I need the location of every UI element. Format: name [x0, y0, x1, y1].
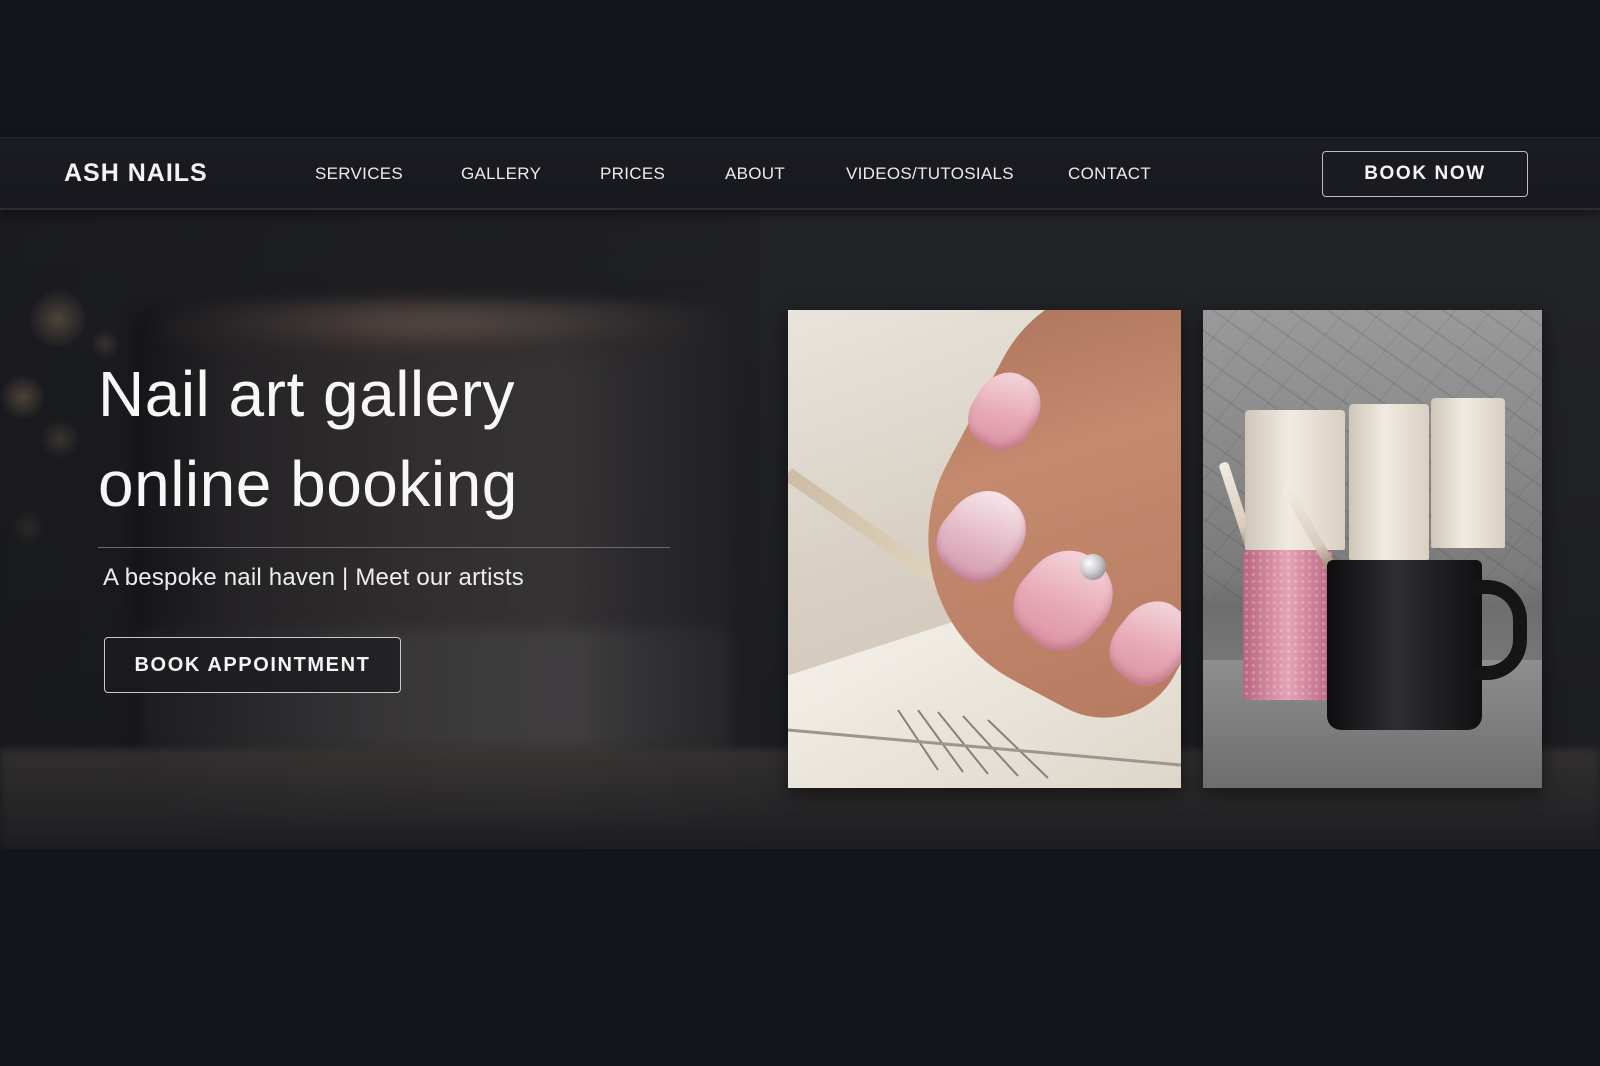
nav-link-about[interactable]: ABOUT: [725, 164, 785, 184]
bottom-band: [0, 849, 1600, 1066]
hero-title-line-1: Nail art gallery: [98, 358, 516, 430]
book-now-button[interactable]: BOOK NOW: [1322, 151, 1528, 197]
black-mug: [1327, 560, 1482, 730]
nav-link-gallery[interactable]: GALLERY: [461, 164, 541, 184]
manicured-nails-photo[interactable]: [788, 310, 1181, 788]
top-navbar: ASH NAILS SERVICES GALLERY PRICES ABOUT …: [0, 137, 1600, 210]
nav-link-videos-tutorials[interactable]: VIDEOS/TUTOSIALS: [846, 164, 1014, 184]
hero-divider: [98, 547, 670, 548]
nail-polish-bottles-photo[interactable]: [1203, 310, 1542, 788]
hero-title: Nail art gallery online booking: [98, 349, 738, 529]
page: ASH NAILS SERVICES GALLERY PRICES ABOUT …: [0, 0, 1600, 1066]
book-appointment-button[interactable]: BOOK APPOINTMENT: [104, 637, 401, 693]
hero-title-line-2: online booking: [98, 448, 518, 520]
brand-logo[interactable]: ASH NAILS: [64, 159, 208, 188]
polish-bottle-cap: [1349, 404, 1429, 560]
nav-link-contact[interactable]: CONTACT: [1068, 164, 1151, 184]
nail-gem: [1080, 554, 1106, 580]
polish-bottle-cap: [1245, 410, 1345, 550]
nav-link-prices[interactable]: PRICES: [600, 164, 665, 184]
brush-lines: [788, 710, 1181, 779]
nav-link-services[interactable]: SERVICES: [315, 164, 403, 184]
hero-section: Nail art gallery online booking A bespok…: [0, 209, 1600, 849]
polish-bottle-cap: [1431, 398, 1505, 548]
hero-subtitle: A bespoke nail haven | Meet our artists: [103, 564, 524, 591]
pink-glitter-jar: [1243, 550, 1333, 700]
